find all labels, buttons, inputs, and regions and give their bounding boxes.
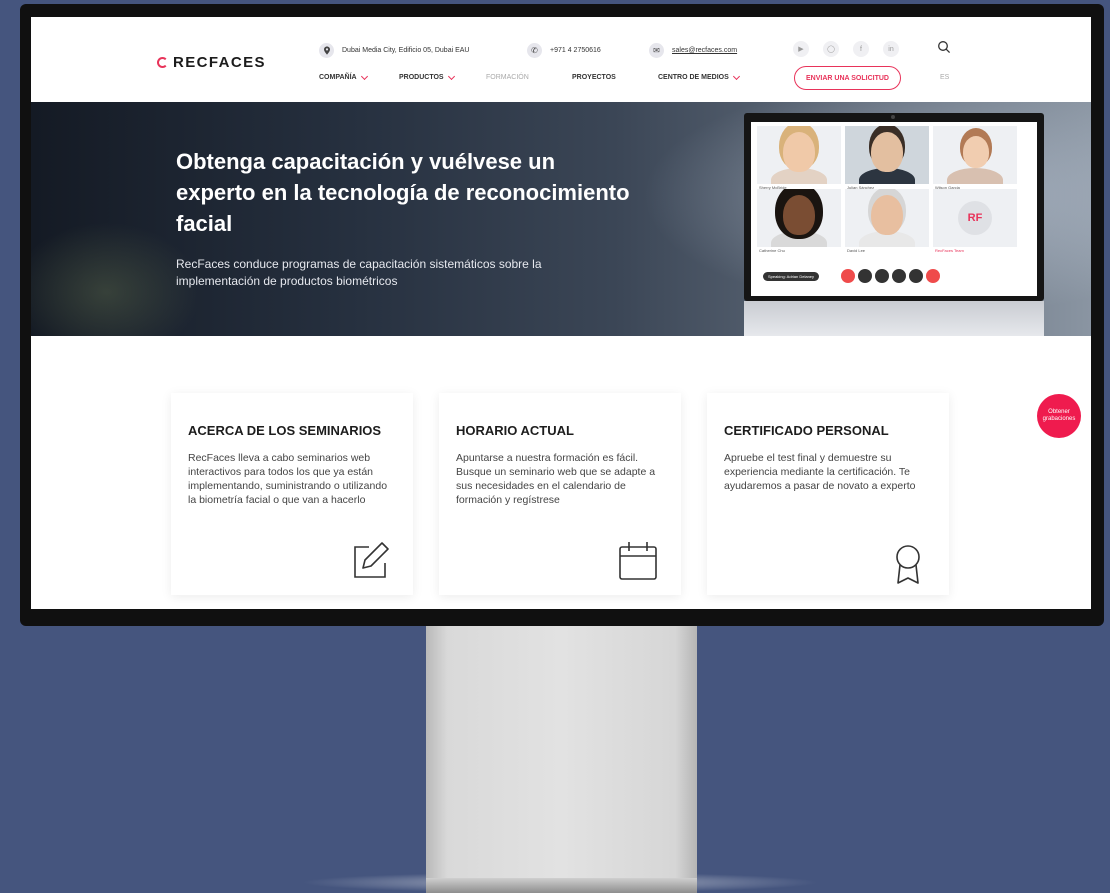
language-switcher[interactable]: ES — [940, 74, 949, 81]
video-tile-recfaces: RF — [933, 189, 1017, 247]
nav-item-label: PRODUCTOS — [399, 74, 444, 81]
email-link[interactable]: sales@recfaces.com — [672, 47, 737, 54]
hero-subtitle: RecFaces conduce programas de capacitaci… — [176, 257, 542, 288]
award-icon — [896, 545, 920, 584]
monitor-stand — [426, 626, 697, 878]
search-icon[interactable] — [937, 40, 951, 54]
video-tile — [933, 126, 1017, 184]
video-tile — [845, 126, 929, 184]
certificate-card[interactable]: CERTIFICADO PERSONAL Apruebe el test fin… — [707, 393, 949, 595]
nav-item-label: FORMACIÓN — [486, 74, 529, 81]
nav-item-formacion[interactable]: FORMACIÓN — [486, 74, 529, 81]
social-links: ▶ ◯ f in — [793, 41, 899, 57]
participant-face — [783, 195, 815, 235]
nav-item-proyectos[interactable]: PROYECTOS — [572, 74, 616, 81]
card-title: CERTIFICADO PERSONAL — [724, 423, 889, 438]
video-tile — [845, 189, 929, 247]
participant-body — [947, 168, 1003, 184]
address-contact: Dubai Media City, Edificio 05, Dubai EAU — [319, 43, 469, 58]
logo-text: RECFACES — [173, 54, 266, 71]
video-call-monitor: RF Sherry McBride Julian Sánchez Wilson … — [744, 113, 1044, 301]
location-pin-icon — [319, 43, 334, 58]
participant-face — [871, 195, 903, 235]
video-call-monitor-stand — [744, 301, 1044, 336]
hero-title: Obtenga capacitación y vuélvese un exper… — [176, 149, 630, 236]
chat-icon — [909, 269, 923, 283]
nav-item-productos[interactable]: PRODUCTOS — [399, 72, 455, 81]
tile-label: Wilson Garcia — [935, 185, 960, 190]
nav-item-label: PROYECTOS — [572, 74, 616, 81]
camera-icon — [858, 269, 872, 283]
get-recordings-button[interactable]: Obtener grabaciones — [1037, 394, 1081, 438]
monitor: RECFACES Dubai Media City, Edificio 05, … — [20, 4, 1104, 626]
mail-icon: ✉ — [649, 43, 664, 58]
logo-mark-icon — [157, 57, 168, 68]
nav-item-centro-de-medios[interactable]: CENTRO DE MEDIOS — [658, 72, 740, 81]
facebook-icon[interactable]: f — [853, 41, 869, 57]
send-request-button[interactable]: ENVIAR UNA SOLICITUD — [794, 66, 901, 90]
website-screen: RECFACES Dubai Media City, Edificio 05, … — [31, 17, 1091, 609]
address-text: Dubai Media City, Edificio 05, Dubai EAU — [342, 47, 470, 54]
share-screen-icon — [875, 269, 889, 283]
card-text: RecFaces lleva a cabo seminarios web int… — [188, 452, 388, 506]
mic-icon — [841, 269, 855, 283]
nav-item-label: CENTRO DE MEDIOS — [658, 74, 729, 81]
tile-label: Julian Sánchez — [847, 185, 875, 190]
video-tile — [757, 126, 841, 184]
logo[interactable]: RECFACES — [157, 54, 266, 71]
phone-text[interactable]: +971 4 2750616 — [550, 47, 601, 54]
hero-banner: Obtenga capacitación y vuélvese un exper… — [31, 102, 1091, 336]
participant-face — [783, 132, 815, 172]
tile-label: David Lee — [847, 248, 866, 253]
edit-icon — [354, 542, 389, 578]
seminars-card[interactable]: ACERCA DE LOS SEMINARIOS RecFaces lleva … — [171, 393, 413, 595]
video-tile — [757, 189, 841, 247]
chevron-down-icon — [447, 72, 455, 80]
linkedin-icon[interactable]: in — [883, 41, 899, 57]
participants-icon — [892, 269, 906, 283]
youtube-icon[interactable]: ▶ — [793, 41, 809, 57]
site-header: RECFACES Dubai Media City, Edificio 05, … — [31, 17, 1091, 102]
instagram-icon[interactable]: ◯ — [823, 41, 839, 57]
email-contact[interactable]: ✉ sales@recfaces.com — [649, 43, 737, 58]
nav-item-label: COMPAÑÍA — [319, 74, 357, 81]
end-call-icon — [926, 269, 940, 283]
card-title: ACERCA DE LOS SEMINARIOS — [188, 423, 382, 438]
tile-label: RecFaces Team — [935, 248, 964, 253]
speaking-indicator: Speaking: Adrian Delaney — [763, 272, 820, 281]
camera-dot — [891, 115, 895, 119]
phone-contact[interactable]: ✆ +971 4 2750616 — [527, 43, 601, 58]
phone-icon: ✆ — [527, 43, 542, 58]
card-title: HORARIO ACTUAL — [456, 423, 574, 438]
card-text: Apruebe el test final y demuestre su exp… — [724, 452, 916, 492]
avatar-initials: RF — [958, 201, 992, 235]
chevron-down-icon — [360, 72, 368, 80]
tile-label: Sherry McBride — [759, 185, 787, 190]
calendar-icon — [619, 542, 657, 580]
card-text: Apuntarse a nuestra formación es fácil. … — [456, 452, 656, 506]
participant-face — [963, 136, 989, 168]
participant-face — [871, 132, 903, 172]
video-call-screen: RF Sherry McBride Julian Sánchez Wilson … — [751, 122, 1037, 296]
tile-label: Catherine Chu — [759, 248, 785, 253]
monitor-stand-base — [426, 878, 697, 893]
nav-item-compania[interactable]: COMPAÑÍA — [319, 72, 368, 81]
chevron-down-icon — [732, 72, 740, 80]
schedule-card[interactable]: HORARIO ACTUAL Apuntarse a nuestra forma… — [439, 393, 681, 595]
